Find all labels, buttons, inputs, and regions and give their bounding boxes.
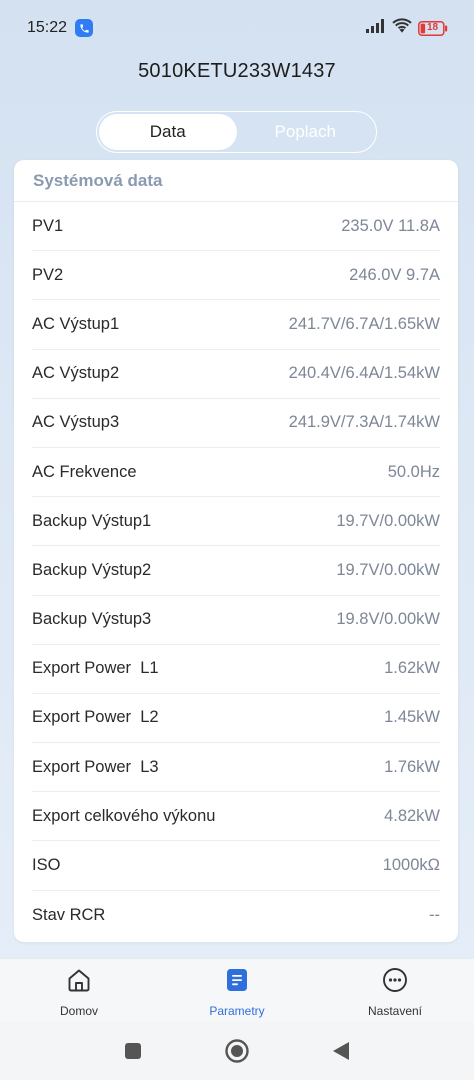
nav-item-nastaveni[interactable]: Nastavení xyxy=(335,959,455,1022)
row-value: 235.0V 11.8A xyxy=(341,216,440,235)
status-bar: 15:22 18 xyxy=(0,0,474,56)
data-row: ISO 1000kΩ xyxy=(32,841,440,891)
more-dots-icon xyxy=(382,967,408,998)
row-label: ISO xyxy=(32,856,61,875)
battery-icon: 18 xyxy=(418,20,448,36)
data-row: Export Power L2 1.45kW xyxy=(32,694,440,744)
data-rows: PV1 235.0V 11.8A PV2 246.0V 9.7A AC Výstup… xyxy=(14,202,458,940)
data-row: AC Výstup1 241.7V/6.7A/1.65kW xyxy=(32,300,440,350)
row-label: PV1 xyxy=(32,216,64,235)
row-label: Backup Výstup2 xyxy=(32,560,152,579)
data-row: PV1 235.0V 11.8A xyxy=(32,202,440,252)
data-row: Backup Výstup2 19.7V/0.00kW xyxy=(32,546,440,596)
home-icon xyxy=(66,967,92,998)
row-value: 1.62kW xyxy=(384,659,440,678)
segmented-control: Data Poplach xyxy=(96,111,377,153)
signal-icon xyxy=(366,18,386,38)
row-label: Stav RCR xyxy=(32,905,106,924)
status-right: 18 xyxy=(366,17,448,39)
row-value: 1.45kW xyxy=(384,708,440,727)
nav-label-domov: Domov xyxy=(59,1004,98,1018)
tab-poplach[interactable]: Poplach xyxy=(237,114,375,150)
row-value: 19.7V/0.00kW xyxy=(336,560,440,579)
device-serial-title: 5010KETU233W1437 xyxy=(138,60,336,82)
data-row: Export Power L1 1.62kW xyxy=(32,645,440,694)
nav-item-parametry[interactable]: Parametry xyxy=(177,959,297,1022)
row-value: 240.4V/6.4A/1.54kW xyxy=(288,364,440,383)
row-label: AC Výstup2 xyxy=(32,364,120,383)
nav-item-domov[interactable]: Domov xyxy=(19,959,139,1022)
row-label: AC Frekvence xyxy=(32,462,137,481)
row-value: 19.8V/0.00kW xyxy=(336,610,440,629)
data-row: AC Frekvence 50.0Hz xyxy=(32,448,440,498)
row-label: AC Výstup3 xyxy=(32,413,120,432)
data-row: Backup Výstup3 19.8V/0.00kW xyxy=(32,596,440,645)
row-label: AC Výstup1 xyxy=(32,314,120,333)
nav-label-nastaveni: Nastavení xyxy=(367,1004,423,1018)
data-row: Export celkového výkonu 4.82kW xyxy=(32,792,440,842)
data-row: AC Výstup3 241.9V/7.3A/1.74kW xyxy=(32,399,440,448)
row-label: Export Power L1 xyxy=(32,659,159,678)
row-label: Export celkového výkonu xyxy=(32,806,216,825)
row-value: 246.0V 9.7A xyxy=(349,265,440,284)
data-row: Export Power L3 1.76kW xyxy=(32,743,440,793)
status-time: 15:22 xyxy=(27,19,68,36)
home-button[interactable] xyxy=(222,1036,252,1066)
data-row: AC Výstup2 240.4V/6.4A/1.54kW xyxy=(32,350,440,399)
system-nav-bar xyxy=(0,1022,474,1080)
card-title: Systémová data xyxy=(14,160,458,202)
bottom-nav: Domov Parametry Nastavení xyxy=(0,958,474,1022)
status-left: 15:22 xyxy=(27,19,94,37)
data-row: Stav RCR -- xyxy=(32,891,440,940)
row-value: 50.0Hz xyxy=(387,462,440,481)
row-value: 1000kΩ xyxy=(382,856,440,875)
nav-label-parametry: Parametry xyxy=(209,1004,265,1018)
row-label: PV2 xyxy=(32,265,64,284)
row-label: Backup Výstup3 xyxy=(32,610,152,629)
row-label: Export Power L3 xyxy=(32,757,159,776)
document-list-icon xyxy=(224,967,250,998)
wifi-icon xyxy=(392,17,412,39)
data-row: PV2 246.0V 9.7A xyxy=(32,251,440,301)
row-value: 241.9V/7.3A/1.74kW xyxy=(288,413,440,432)
system-data-card: Systémová data PV1 235.0V 11.8A PV2 246.0V… xyxy=(14,160,458,942)
row-value: 1.76kW xyxy=(384,757,440,776)
back-button[interactable] xyxy=(326,1036,356,1066)
row-value: 4.82kW xyxy=(384,806,440,825)
row-label: Backup Výstup1 xyxy=(32,511,152,530)
tab-data[interactable]: Data xyxy=(99,114,237,150)
row-label: Export Power L2 xyxy=(32,708,159,727)
battery-level: 18 xyxy=(427,21,439,33)
data-row: Backup Výstup1 19.7V/0.00kW xyxy=(32,497,440,547)
recent-apps-button[interactable] xyxy=(118,1036,148,1066)
phone-call-icon xyxy=(75,19,94,37)
row-value: 19.7V/0.00kW xyxy=(336,511,440,530)
row-value: 241.7V/6.7A/1.65kW xyxy=(288,314,440,333)
row-value: -- xyxy=(429,905,440,924)
